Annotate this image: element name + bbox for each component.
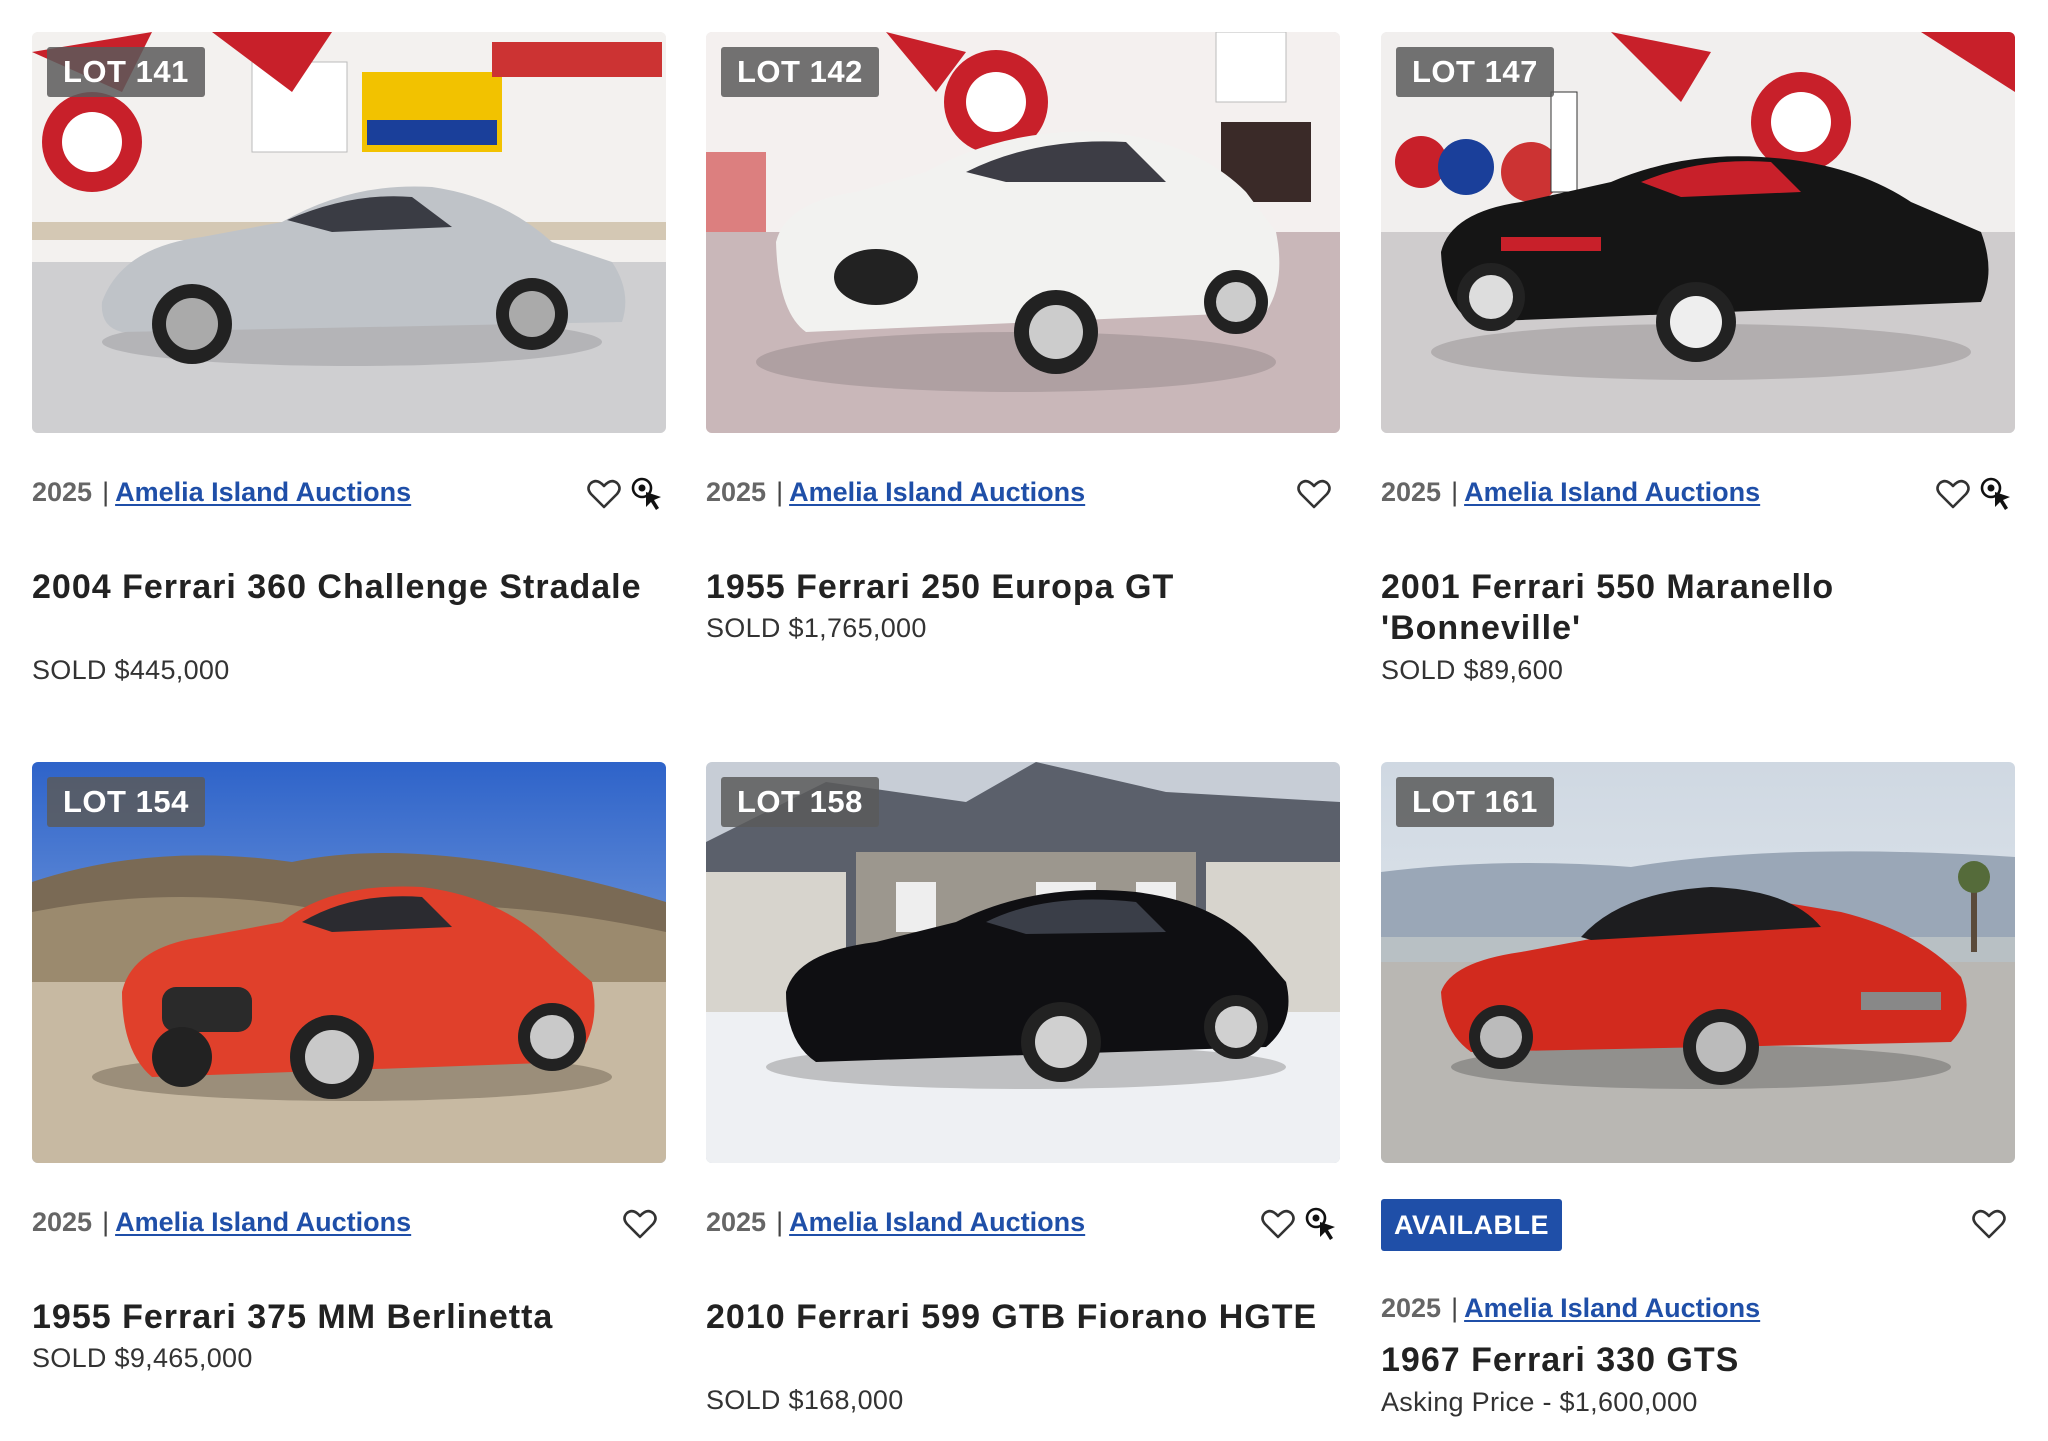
compare-cursor-icon[interactable] <box>1977 474 2017 514</box>
meta-separator: | <box>102 1207 110 1237</box>
meta-separator: | <box>776 477 784 507</box>
lot-badge: LOT 161 <box>1396 777 1554 827</box>
listing-price: SOLD $9,465,000 <box>32 1343 253 1373</box>
listing-year: 2025 <box>706 477 767 507</box>
listing-year: 2025 <box>32 477 93 507</box>
listing-card[interactable]: LOT 154 2025 | Amelia Island Auctions 1955… <box>32 762 666 1422</box>
listing-year: 2025 <box>1381 477 1442 507</box>
favorite-heart-icon[interactable] <box>1933 474 1973 514</box>
listing-card[interactable]: LOT 158 2025 | Amelia Island Auctions 2010… <box>706 762 1340 1422</box>
favorite-heart-icon[interactable] <box>1258 1204 1298 1244</box>
listing-year: 2025 <box>706 1207 767 1237</box>
listing-price: SOLD $445,000 <box>32 655 230 685</box>
listing-meta: 2025 | Amelia Island Auctions <box>32 1202 411 1242</box>
favorite-heart-icon[interactable] <box>620 1204 660 1244</box>
listing-title[interactable]: 1955 Ferrari 250 Europa GT <box>706 567 1326 608</box>
available-badge: AVAILABLE <box>1381 1199 1562 1251</box>
listing-card[interactable]: LOT 141 2025 | Amelia Island Auctions 2004… <box>32 32 666 692</box>
listing-title[interactable]: 2004 Ferrari 360 Challenge Stradale <box>32 567 652 608</box>
car-photo[interactable]: LOT 141 <box>32 32 666 433</box>
listing-meta: 2025 | Amelia Island Auctions <box>1381 1288 1760 1328</box>
listing-title[interactable]: 1967 Ferrari 330 GTS <box>1381 1340 2001 1381</box>
car-photo[interactable]: LOT 158 <box>706 762 1340 1163</box>
listing-year: 2025 <box>1381 1293 1442 1323</box>
listing-title[interactable]: 1955 Ferrari 375 MM Berlinetta <box>32 1297 652 1338</box>
meta-separator: | <box>776 1207 784 1237</box>
listing-card[interactable]: LOT 142 2025 | Amelia Island Auctions 1955… <box>706 32 1340 692</box>
meta-separator: | <box>1451 477 1459 507</box>
listing-price: Asking Price - $1,600,000 <box>1381 1387 1698 1417</box>
meta-separator: | <box>102 477 110 507</box>
lot-badge: LOT 154 <box>47 777 205 827</box>
listing-title[interactable]: 2001 Ferrari 550 Maranello 'Bonneville' <box>1381 567 2001 649</box>
listing-card[interactable]: LOT 161 AVAILABLE 2025 | Amelia Island Auc… <box>1381 762 2015 1422</box>
favorite-heart-icon[interactable] <box>584 474 624 514</box>
car-photo[interactable]: LOT 161 <box>1381 762 2015 1163</box>
auction-link[interactable]: Amelia Island Auctions <box>789 1207 1085 1237</box>
listing-meta: 2025 | Amelia Island Auctions <box>706 472 1085 512</box>
listing-year: 2025 <box>32 1207 93 1237</box>
favorite-heart-icon[interactable] <box>1969 1204 2009 1244</box>
compare-cursor-icon[interactable] <box>1302 1204 1342 1244</box>
auction-link[interactable]: Amelia Island Auctions <box>1464 477 1760 507</box>
car-photo[interactable]: LOT 154 <box>32 762 666 1163</box>
lot-badge: LOT 142 <box>721 47 879 97</box>
compare-cursor-icon[interactable] <box>628 474 668 514</box>
listing-meta: 2025 | Amelia Island Auctions <box>706 1202 1085 1242</box>
meta-separator: | <box>1451 1293 1459 1323</box>
listing-price: SOLD $1,765,000 <box>706 613 927 643</box>
lot-badge: LOT 141 <box>47 47 205 97</box>
listing-meta: 2025 | Amelia Island Auctions <box>32 472 411 512</box>
auction-link[interactable]: Amelia Island Auctions <box>1464 1293 1760 1323</box>
favorite-heart-icon[interactable] <box>1294 474 1334 514</box>
lot-badge: LOT 158 <box>721 777 879 827</box>
auction-link[interactable]: Amelia Island Auctions <box>115 477 411 507</box>
lot-badge: LOT 147 <box>1396 47 1554 97</box>
listing-meta: 2025 | Amelia Island Auctions <box>1381 472 1760 512</box>
listing-title[interactable]: 2010 Ferrari 599 GTB Fiorano HGTE <box>706 1297 1326 1338</box>
listing-price: SOLD $89,600 <box>1381 655 1564 685</box>
car-photo[interactable]: LOT 142 <box>706 32 1340 433</box>
auction-link[interactable]: Amelia Island Auctions <box>115 1207 411 1237</box>
listing-price: SOLD $168,000 <box>706 1385 904 1415</box>
auction-link[interactable]: Amelia Island Auctions <box>789 477 1085 507</box>
listing-grid: LOT 141 2025 | Amelia Island Auctions 2004… <box>0 0 2048 1441</box>
car-photo[interactable]: LOT 147 <box>1381 32 2015 433</box>
listing-card[interactable]: LOT 147 2025 | Amelia Island Auctions 2001… <box>1381 32 2015 692</box>
